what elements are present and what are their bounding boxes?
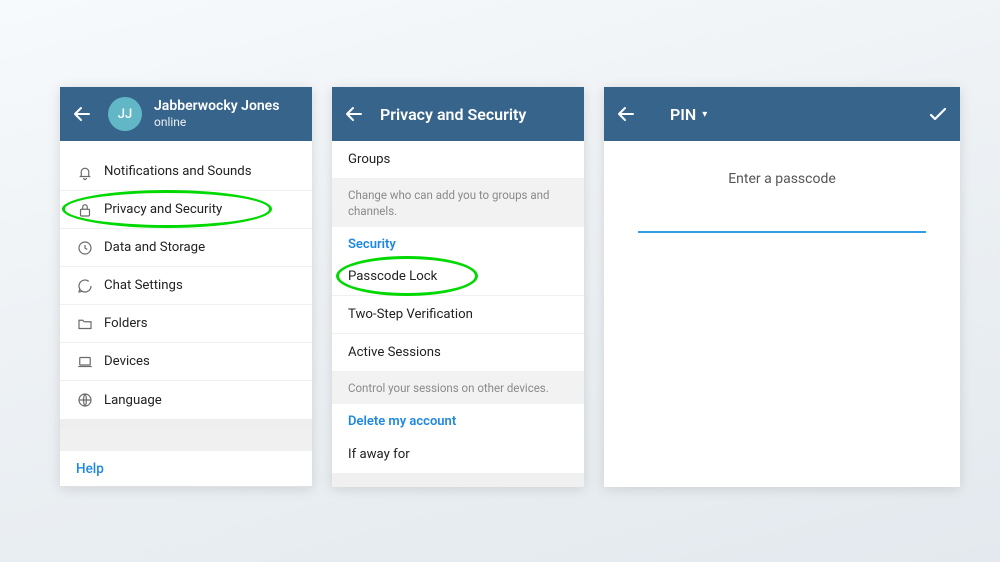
delete-item-if-away[interactable]: If away for: [332, 435, 584, 473]
settings-item-label: Folders: [104, 316, 148, 331]
item-label: Passcode Lock: [348, 269, 437, 284]
settings-item-language[interactable]: Language: [60, 381, 312, 419]
privacy-item-groups[interactable]: Groups: [332, 141, 584, 179]
check-icon: [926, 102, 950, 126]
user-status: online: [154, 115, 279, 129]
lock-icon: [76, 201, 104, 219]
settings-section-cut: [60, 141, 312, 153]
settings-item-label: Privacy and Security: [104, 202, 222, 217]
arrow-left-icon: [70, 102, 94, 126]
header: Privacy and Security: [332, 87, 584, 141]
settings-item-label: Language: [104, 393, 162, 408]
arrow-left-icon: [342, 102, 366, 126]
laptop-icon: [76, 353, 104, 371]
confirm-button[interactable]: [926, 102, 950, 126]
back-button[interactable]: [614, 102, 638, 126]
hint-text: Control your sessions on other devices.: [332, 372, 584, 404]
header: PIN ▾: [604, 87, 960, 141]
settings-item-privacy[interactable]: Privacy and Security: [60, 191, 312, 229]
security-item-two-step[interactable]: Two-Step Verification: [332, 296, 584, 334]
chat-icon: [76, 277, 104, 295]
settings-item-notifications[interactable]: Notifications and Sounds: [60, 153, 312, 191]
settings-item-label: Devices: [104, 354, 150, 369]
passcode-type-label: PIN: [670, 105, 696, 124]
passcode-type-dropdown[interactable]: PIN ▾: [670, 105, 707, 124]
back-button[interactable]: [70, 102, 94, 126]
settings-item-data[interactable]: Data and Storage: [60, 229, 312, 267]
separator: [60, 419, 312, 429]
bell-icon: [76, 163, 104, 181]
caret-down-icon: ▾: [702, 109, 707, 120]
user-block: Jabberwocky Jones online: [154, 98, 279, 129]
section-security: Security: [332, 227, 584, 258]
settings-screen: JJ Jabberwocky Jones online Notification…: [60, 87, 312, 487]
hint-text: Change who can add you to groups and cha…: [332, 179, 584, 227]
avatar[interactable]: JJ: [108, 97, 142, 131]
globe-icon: [76, 391, 104, 409]
screen-title: Privacy and Security: [380, 105, 526, 124]
settings-item-label: Notifications and Sounds: [104, 164, 252, 179]
settings-item-label: Data and Storage: [104, 240, 205, 255]
clock-icon: [76, 239, 104, 257]
settings-item-folders[interactable]: Folders: [60, 305, 312, 343]
user-name: Jabberwocky Jones: [154, 98, 279, 115]
settings-item-chat[interactable]: Chat Settings: [60, 267, 312, 305]
security-item-sessions[interactable]: Active Sessions: [332, 334, 584, 372]
back-button[interactable]: [342, 102, 366, 126]
settings-item-devices[interactable]: Devices: [60, 343, 312, 381]
help-button[interactable]: Help: [60, 451, 312, 487]
arrow-left-icon: [614, 102, 638, 126]
folder-icon: [76, 315, 104, 333]
header: JJ Jabberwocky Jones online: [60, 87, 312, 141]
privacy-screen: Privacy and Security Groups Change who c…: [332, 87, 584, 487]
passcode-input[interactable]: [638, 205, 926, 233]
section-delete-account: Delete my account: [332, 404, 584, 435]
settings-item-label: Chat Settings: [104, 278, 183, 293]
settings-list: Notifications and Sounds Privacy and Sec…: [60, 153, 312, 419]
passcode-instruction: Enter a passcode: [628, 165, 936, 205]
security-item-passcode[interactable]: Passcode Lock: [332, 258, 584, 296]
passcode-screen: PIN ▾ Enter a passcode: [604, 87, 960, 487]
